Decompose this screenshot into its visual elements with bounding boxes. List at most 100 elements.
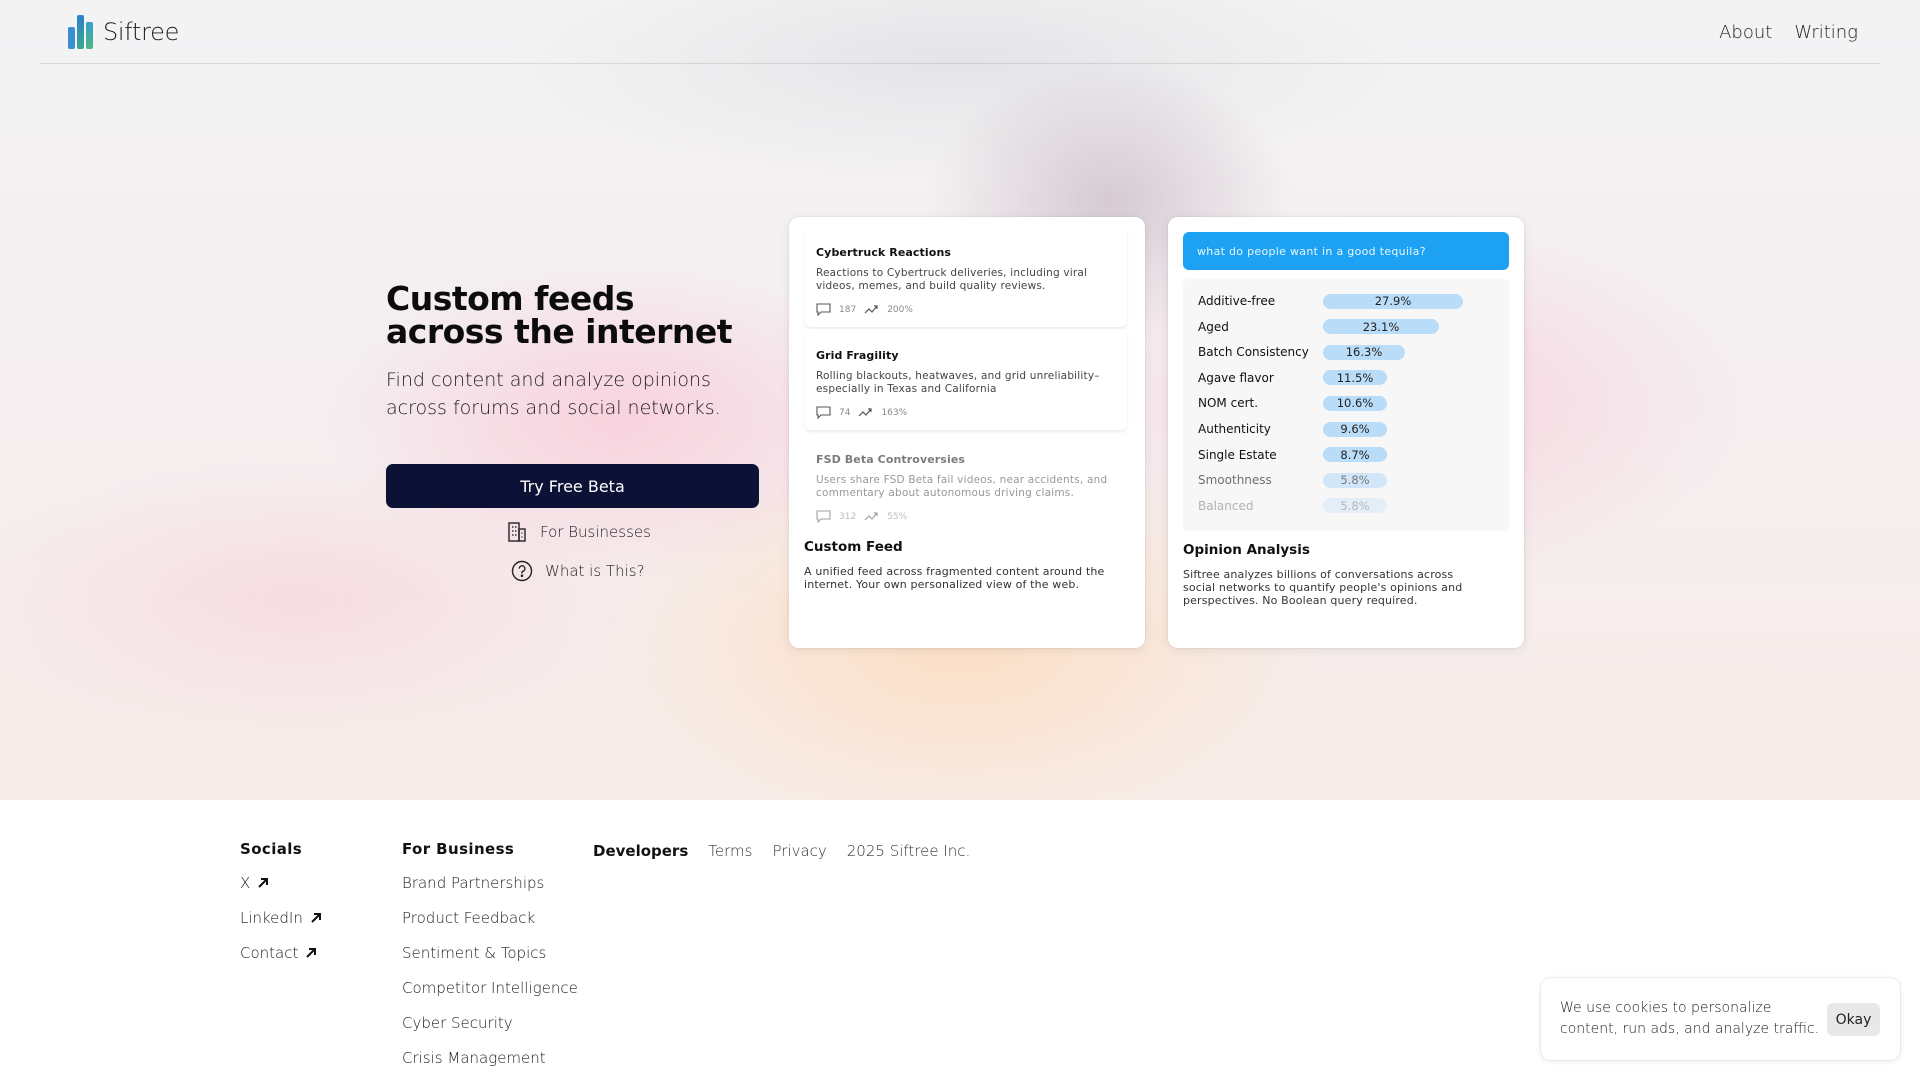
opinion-row-label: Balanced [1198, 498, 1254, 513]
cookie-okay-button[interactable]: Okay [1827, 1003, 1880, 1036]
feed-item-title: FSD Beta Controversies [816, 453, 966, 466]
what-is-this-link[interactable]: What is This? [511, 560, 645, 582]
feed-item-title: Grid Fragility [816, 349, 899, 362]
feed-item-title: Cybertruck Reactions [816, 246, 952, 259]
footer-link-label: X [240, 873, 251, 892]
footer-socials-heading: Socials [240, 840, 303, 858]
footer-link-product-feedback[interactable]: Product Feedback [402, 907, 578, 928]
trend-value: 163% [881, 407, 908, 418]
comment-count: 312 [839, 511, 857, 522]
hero-text: Custom feeds across the internet Find co… [386, 282, 760, 422]
opinion-row: Balanced 5.8% [1198, 498, 1387, 514]
footer-terms-link[interactable]: Terms [708, 842, 752, 860]
opinion-row-bar: 27.9% [1323, 293, 1463, 309]
opinion-row: NOM cert. 10.6% [1198, 395, 1387, 411]
opinion-row: Single Estate 8.7% [1198, 447, 1387, 463]
trend-up-icon [864, 305, 878, 314]
footer-link-crisis-management[interactable]: Crisis Management [402, 1047, 578, 1068]
question-circle-icon [511, 560, 533, 582]
footer-link-label: LinkedIn [240, 908, 303, 927]
hero-subtitle: Find content and analyze opinions across… [386, 369, 721, 419]
opinion-analysis-desc: Siftree analyzes billions of conversatio… [1183, 568, 1463, 607]
trend-value: 200% [887, 304, 913, 315]
logo[interactable]: Siftree [68, 15, 179, 49]
feed-item[interactable]: Grid Fragility Rolling blackouts, heatwa… [805, 329, 1127, 430]
opinion-row-bar: 9.6% [1323, 421, 1387, 437]
custom-feed-desc: A unified feed across fragmented content… [804, 565, 1105, 591]
opinion-row-bar: 11.5% [1323, 370, 1387, 386]
opinion-row-bar: 8.7% [1323, 447, 1387, 463]
footer-socials: Socials X LinkedIn Contact [240, 840, 323, 963]
opinion-row: Smoothness 5.8% [1198, 472, 1387, 488]
opinion-row-label: NOM cert. [1198, 396, 1259, 411]
nav-writing-link[interactable]: Writing [1794, 22, 1858, 43]
opinion-row-bar: 16.3% [1323, 344, 1405, 360]
try-free-beta-button[interactable]: Try Free Beta [386, 464, 759, 508]
arrow-up-right-icon [311, 912, 321, 923]
footer-business-heading: For Business [402, 840, 515, 858]
footer-link-label: Contact [240, 943, 299, 962]
brand-name: Siftree [103, 18, 180, 46]
footer-link-x[interactable]: X [240, 872, 323, 893]
footer-link-contact[interactable]: Contact [240, 942, 323, 963]
for-businesses-label: For Businesses [540, 523, 651, 541]
query-bar[interactable]: what do people want in a good tequila? [1183, 232, 1509, 270]
feed-item-desc: Users share FSD Beta fail videos, near a… [816, 474, 1108, 499]
trend-value: 55% [887, 511, 908, 522]
opinion-row-label: Authenticity [1198, 422, 1271, 436]
footer-developers-link[interactable]: Developers [593, 842, 688, 860]
custom-feed-card: Cybertruck Reactions Reactions to Cybert… [789, 217, 1145, 648]
footer-link-brand-partnerships[interactable]: Brand Partnerships [402, 872, 578, 893]
nav-about-link[interactable]: About [1719, 22, 1772, 43]
footer-privacy-link[interactable]: Privacy [772, 842, 826, 860]
opinion-row-bar: 10.6% [1323, 395, 1387, 411]
footer-link-sentiment-topics[interactable]: Sentiment & Topics [402, 942, 578, 963]
comment-count: 74 [839, 407, 851, 418]
opinion-row: Agave flavor 11.5% [1198, 370, 1387, 386]
opinion-row: Batch Consistency 16.3% [1198, 344, 1405, 360]
footer-business: For Business Brand Partnerships Product … [402, 840, 578, 1068]
feed-item-meta: 312 55% [816, 510, 1116, 523]
comment-icon [816, 510, 831, 523]
hero-title: Custom feeds across the internet [386, 279, 733, 351]
comment-count: 187 [839, 304, 857, 315]
opinion-analysis-title: Opinion Analysis [1183, 542, 1310, 558]
feed-item-meta: 187 200% [816, 303, 1116, 316]
opinion-row: Aged 23.1% [1198, 319, 1439, 335]
comment-icon [816, 303, 831, 316]
trend-up-icon [864, 512, 878, 521]
opinion-analysis-card: what do people want in a good tequila? A… [1168, 217, 1524, 648]
footer-link-cyber-security[interactable]: Cyber Security [402, 1012, 578, 1033]
footer-link-linkedin[interactable]: LinkedIn [240, 907, 323, 928]
opinion-row-label: Batch Consistency [1198, 345, 1309, 360]
opinion-row-label: Single Estate [1198, 447, 1277, 462]
opinion-row-label: Smoothness [1198, 473, 1272, 488]
arrow-up-right-icon [306, 947, 317, 958]
feed-item-desc: Reactions to Cybertruck deliveries, incl… [816, 267, 1088, 292]
opinion-row-label: Additive-free [1198, 294, 1276, 308]
logo-mark-icon [68, 15, 93, 49]
building-icon [508, 522, 526, 542]
site-header: Siftree About Writing [40, 0, 1880, 64]
opinion-row-bar: 23.1% [1323, 319, 1439, 335]
top-nav: About Writing [1719, 22, 1858, 43]
trend-up-icon [859, 408, 873, 417]
feed-item[interactable]: FSD Beta Controversies Users share FSD B… [805, 433, 1127, 534]
cookie-text: We use cookies to personalize content, r… [1560, 1000, 1820, 1037]
feed-item[interactable]: Cybertruck Reactions Reactions to Cybert… [805, 226, 1127, 327]
arrow-up-right-icon [258, 877, 269, 888]
opinion-row-bar: 5.8% [1323, 472, 1387, 488]
footer-copyright: 2025 Siftree Inc. [846, 842, 971, 860]
opinion-results-panel: Additive-free 27.9% Aged 23.1% Batch Consist… [1183, 279, 1509, 531]
for-businesses-link[interactable]: For Businesses [506, 521, 651, 543]
feed-item-meta: 74 163% [816, 406, 1116, 419]
opinion-row: Additive-free 27.9% [1198, 293, 1463, 309]
cookie-banner: We use cookies to personalize content, r… [1541, 978, 1900, 1060]
footer-link-competitor-intelligence[interactable]: Competitor Intelligence [402, 977, 578, 998]
opinion-row-bar: 5.8% [1323, 498, 1387, 514]
opinion-row-label: Aged [1198, 319, 1229, 334]
footer-bottom-links: Developers Terms Privacy 2025 Siftree In… [593, 842, 970, 860]
feed-item-desc: Rolling blackouts, heatwaves, and grid u… [816, 370, 1100, 395]
custom-feed-title: Custom Feed [804, 539, 903, 555]
opinion-row: Authenticity 9.6% [1198, 421, 1387, 437]
